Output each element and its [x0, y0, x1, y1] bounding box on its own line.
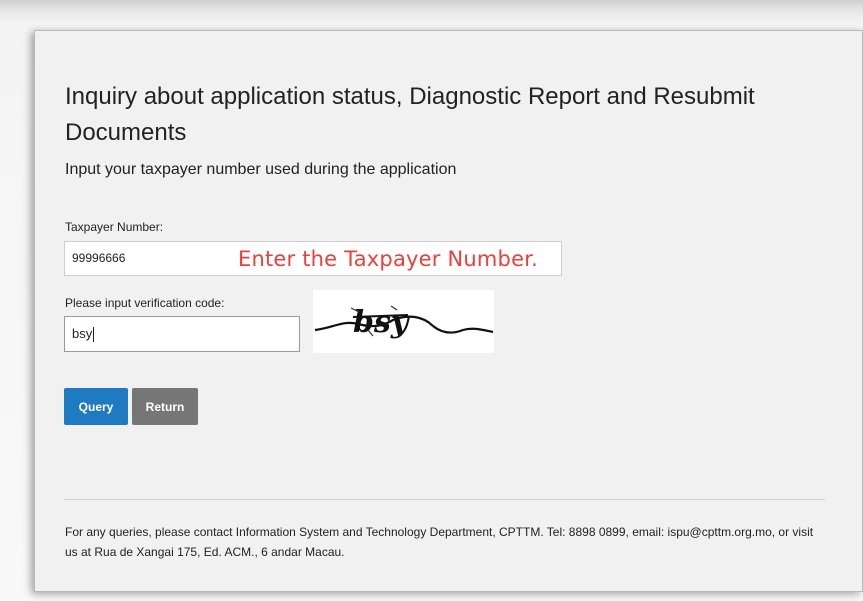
text-caret: [93, 327, 95, 343]
contact-footer: For any queries, please contact Informat…: [65, 525, 814, 559]
page-subtitle: Input your taxpayer number used during t…: [65, 161, 457, 178]
captcha-characters: bsy: [353, 305, 411, 340]
verification-code-input[interactable]: bsy: [64, 316, 300, 352]
captcha-image: bsy: [313, 290, 494, 353]
query-button[interactable]: Query: [64, 388, 128, 425]
return-button[interactable]: Return: [132, 388, 198, 425]
verification-code-value: bsy: [72, 326, 93, 341]
taxpayer-number-value: 99996666: [72, 251, 126, 265]
inquiry-panel: Inquiry about application status, Diagno…: [34, 30, 863, 592]
page-title: Inquiry about application status, Diagno…: [65, 83, 755, 146]
captcha-graphic: bsy: [314, 305, 494, 340]
footer-divider: [64, 499, 825, 500]
taxpayer-annotation-text: Enter the Taxpayer Number.: [238, 247, 538, 271]
taxpayer-number-label: Taxpayer Number:: [65, 220, 164, 234]
verification-code-label: Please input verification code:: [65, 296, 225, 310]
